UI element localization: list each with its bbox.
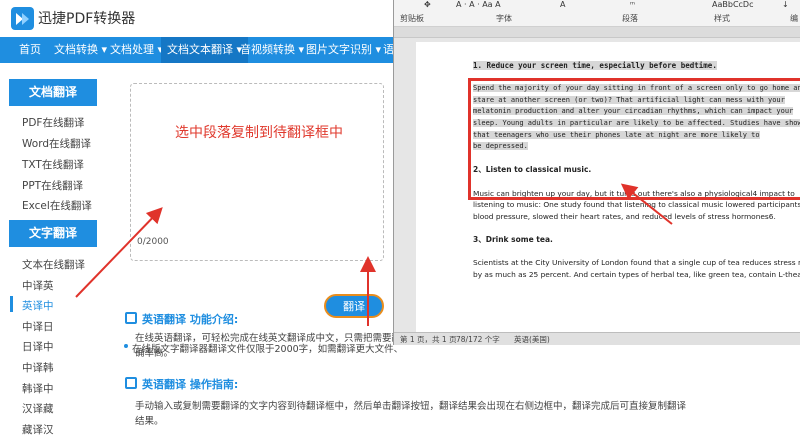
sidebar: 文档翻译 PDF在线翻译 Word在线翻译 TXT在线翻译 PPT在线翻译 Ex… (0, 63, 98, 444)
sidebar-item-txt[interactable]: TXT在线翻译 (22, 157, 84, 172)
group-styles: 样式 (714, 14, 730, 23)
doc-line: listening to music: One study found that… (473, 200, 800, 210)
guide-body-line1: 手动输入或复制需要翻译的文字内容到待翻译框中，然后单击翻译按钮，翻译结果会出现在… (135, 401, 687, 412)
selection-highlight-box (468, 78, 800, 200)
sidebar-active-indicator (10, 296, 13, 312)
translate-button[interactable]: 翻译 (324, 294, 384, 318)
group-editing: 编 (790, 14, 798, 23)
document-page[interactable]: 1. Reduce your screen time, especially b… (416, 42, 800, 332)
main-content: 选中段落复制到待翻译框中 0/2000 翻译 在线版文字翻译器翻译文件仅限于20… (98, 63, 686, 444)
expand-icon[interactable]: ↓ (782, 0, 789, 9)
char-shading-icon[interactable]: A (560, 0, 565, 9)
group-font: 字体 (496, 14, 512, 23)
format-painter-icon[interactable]: ✥ (424, 0, 431, 9)
word-window: ✥ A · A · Aa A A ᵐ AaBbCcDc ↓ 剪贴板 字体 段落 … (393, 0, 800, 345)
doc-line: 1. Reduce your screen time, especially b… (473, 60, 717, 71)
sidebar-item-ko-zh[interactable]: 韩译中 (22, 381, 54, 396)
style-gallery[interactable]: AaBbCcDc (712, 0, 753, 9)
app-title: 迅捷PDF转换器 (38, 11, 136, 27)
status-page: 第 1 页，共 1 页 (400, 335, 457, 344)
intro-title: 英语翻译 功能介绍: (142, 313, 239, 326)
doc-line: 3、Drink some tea. (473, 235, 553, 244)
doc-line: blood pressure, slowed their heart rates… (473, 211, 776, 221)
nav-home[interactable]: 首页 (13, 37, 47, 63)
status-words: 78/172 个字 (456, 335, 500, 344)
intro-body-line2: 确率高。 (135, 348, 174, 359)
status-language: 英语(美国) (514, 335, 550, 344)
sidebar-item-bo-zh[interactable]: 藏译汉 (22, 422, 54, 437)
sidebar-item-pdf[interactable]: PDF在线翻译 (22, 115, 84, 130)
nav-ocr[interactable]: 图片文字识别 ▾ (300, 37, 387, 63)
sidebar-item-zh-bo[interactable]: 汉译藏 (22, 401, 54, 416)
sidebar-item-ja-zh[interactable]: 日译中 (22, 339, 54, 354)
doc-line: Scientists at the City University of Lon… (473, 258, 800, 268)
guide-title: 英语翻译 操作指南: (142, 378, 239, 391)
font-color-controls[interactable]: A · A · Aa A (456, 0, 501, 9)
nav-av-convert[interactable]: 音视频转换 ▾ (234, 37, 310, 63)
sidebar-item-zh-ja[interactable]: 中译日 (22, 319, 54, 334)
sidebar-item-en-zh[interactable]: 英译中 (22, 298, 54, 313)
guide-body-line2: 结果。 (135, 416, 164, 427)
sidebar-item-zh-ko[interactable]: 中译韩 (22, 360, 54, 375)
sidebar-item-word[interactable]: Word在线翻译 (22, 136, 91, 151)
guide-icon (125, 377, 137, 389)
ruler[interactable] (394, 27, 800, 38)
group-paragraph: 段落 (622, 14, 638, 23)
paste-hint: 选中段落复制到待翻译框中 (175, 125, 343, 141)
sidebar-item-text-online[interactable]: 文本在线翻译 (22, 257, 85, 272)
sidebar-heading-doc: 文档翻译 (9, 79, 97, 106)
sidebar-item-ppt[interactable]: PPT在线翻译 (22, 178, 83, 193)
ribbon: ✥ A · A · Aa A A ᵐ AaBbCcDc ↓ 剪贴板 字体 段落 … (394, 0, 800, 27)
intro-icon (125, 312, 137, 324)
source-text-input[interactable]: 选中段落复制到待翻译框中 0/2000 (130, 83, 384, 261)
intro-body-line1: 在线英语翻译，可轻松完成在线英文翻译成中文，只需把需要翻 (135, 333, 402, 344)
doc-line: by as much as 25 percent. And certain ty… (473, 269, 800, 279)
app-logo-icon (11, 7, 34, 30)
selected-text: 1. Reduce your screen time, especially b… (473, 61, 717, 70)
sidebar-item-excel[interactable]: Excel在线翻译 (22, 198, 92, 213)
char-counter: 0/2000 (137, 237, 169, 247)
note-bullet (124, 344, 128, 348)
nav-doc-process[interactable]: 文档处理 ▾ (104, 37, 169, 63)
superscript-icon[interactable]: ᵐ (630, 0, 635, 9)
sidebar-heading-text: 文字翻译 (9, 220, 97, 247)
sidebar-item-zh-en[interactable]: 中译英 (22, 278, 54, 293)
status-bar: 第 1 页，共 1 页 78/172 个字 英语(美国) (394, 332, 800, 345)
group-clipboard: 剪贴板 (400, 14, 424, 23)
